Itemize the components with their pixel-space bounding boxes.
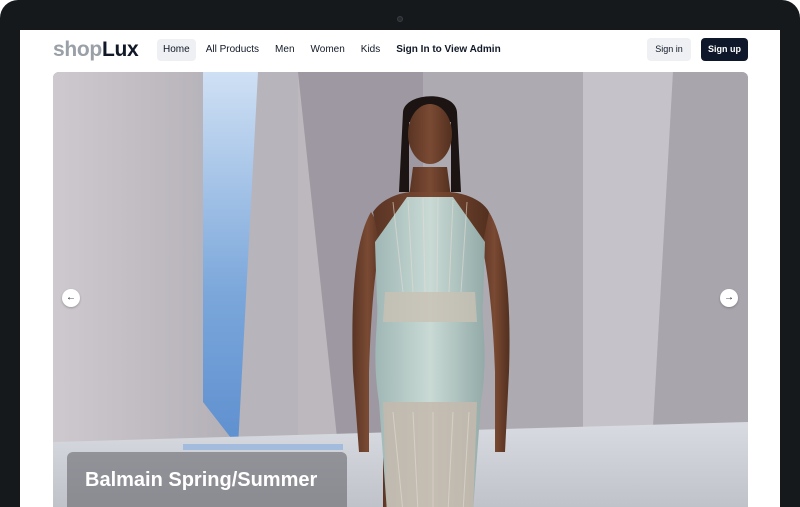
- nav-link-women[interactable]: Women: [305, 39, 351, 61]
- sign-in-button[interactable]: Sign in: [647, 38, 691, 61]
- hero-image: [53, 72, 748, 507]
- logo[interactable]: shopLux: [53, 38, 139, 62]
- laptop-frame: shopLux Home All Products Men Women Kids…: [0, 0, 800, 507]
- carousel-prev-button[interactable]: ←: [62, 289, 80, 307]
- nav-link-home[interactable]: Home: [157, 39, 196, 61]
- hero-carousel: ← → Balmain Spring/Summer: [53, 72, 748, 507]
- navbar: shopLux Home All Products Men Women Kids…: [20, 30, 780, 70]
- nav-link-admin[interactable]: Sign In to View Admin: [390, 39, 506, 61]
- nav-link-kids[interactable]: Kids: [355, 39, 386, 61]
- camera-icon: [397, 16, 403, 22]
- arrow-left-icon: ←: [66, 292, 76, 303]
- logo-part-shop: shop: [53, 38, 102, 61]
- arrow-right-icon: →: [724, 292, 734, 303]
- hero-caption: Balmain Spring/Summer: [85, 469, 318, 491]
- sign-up-button[interactable]: Sign up: [701, 38, 748, 61]
- nav-link-men[interactable]: Men: [269, 39, 300, 61]
- nav-link-all-products[interactable]: All Products: [200, 39, 265, 61]
- screen: shopLux Home All Products Men Women Kids…: [20, 30, 780, 507]
- nav-links: Home All Products Men Women Kids Sign In…: [157, 39, 507, 61]
- carousel-next-button[interactable]: →: [720, 289, 738, 307]
- logo-part-lux: Lux: [101, 38, 139, 61]
- hero-caption-box: Balmain Spring/Summer: [67, 452, 347, 507]
